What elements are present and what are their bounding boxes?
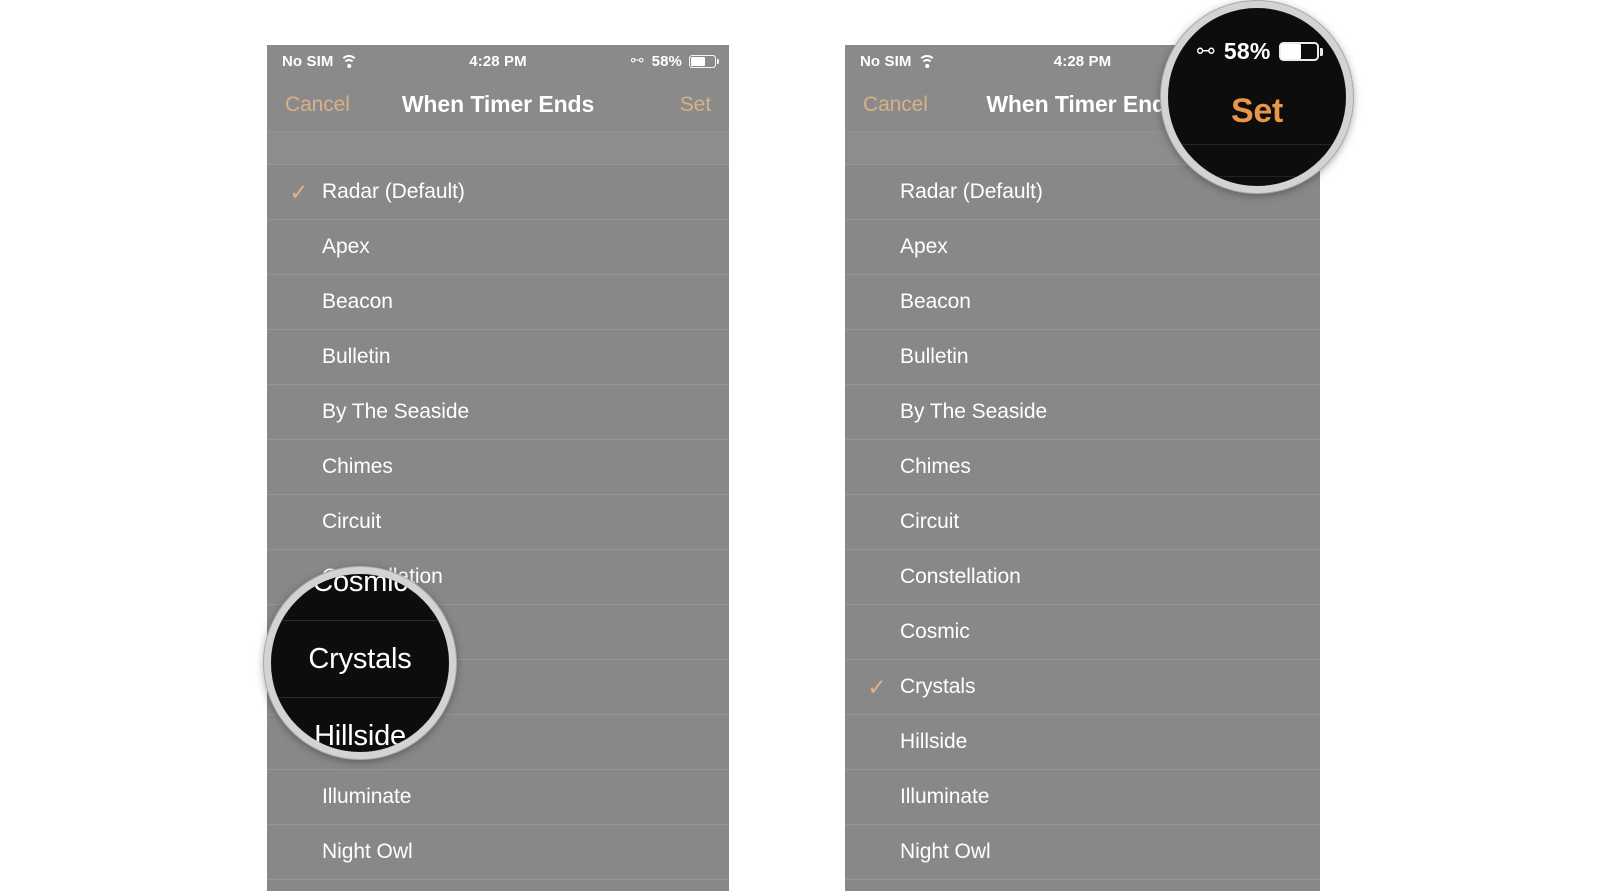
list-item[interactable]: Constellation <box>845 550 1320 605</box>
list-item-label: Apex <box>322 235 370 258</box>
list-item-label: Night Owl <box>322 840 413 863</box>
list-item-label: Circuit <box>900 510 960 533</box>
battery-percent-label: 58% <box>1223 38 1271 64</box>
phone-screenshot-left: No SIM 4:28 PM ꗬ 58% Cancel When Timer E… <box>267 45 729 891</box>
checkmark-icon: ✓ <box>289 178 309 205</box>
list-item[interactable]: Chimes <box>267 440 729 495</box>
list-item-label: Beacon <box>322 290 393 313</box>
list-item-label: Circuit <box>322 510 382 533</box>
list-item-label: Chimes <box>900 455 971 478</box>
list-item-label: Illuminate <box>900 785 990 808</box>
magnified-list-item-label: Hillside <box>314 719 406 752</box>
list-item[interactable]: Night Owl <box>845 825 1320 880</box>
list-item[interactable]: Chimes <box>845 440 1320 495</box>
list-item[interactable]: Bulletin <box>267 330 729 385</box>
checkmark-icon: ✓ <box>867 673 887 700</box>
list-item[interactable]: Opening <box>267 880 729 891</box>
magnifier-set-button: ꗬ 58% Set <box>1161 1 1353 193</box>
magnified-set-button: Set <box>1230 92 1283 130</box>
section-spacer <box>267 132 729 165</box>
list-item-label: Night Owl <box>900 840 991 863</box>
list-item[interactable]: Opening <box>845 880 1320 891</box>
bluetooth-icon: ꗬ <box>1195 38 1216 64</box>
magnifier-content: ꗬ 58% Set <box>1168 8 1346 186</box>
magnified-separator <box>1168 176 1346 177</box>
battery-icon <box>689 55 720 68</box>
list-item[interactable]: Bulletin <box>845 330 1320 385</box>
list-item[interactable]: Illuminate <box>845 770 1320 825</box>
list-item[interactable]: Illuminate <box>267 770 729 825</box>
list-item[interactable]: Cosmic <box>845 605 1320 660</box>
list-item-label: By The Seaside <box>900 400 1048 423</box>
list-item-label: Hillside <box>900 730 968 753</box>
list-item[interactable]: ✓ Radar (Default) <box>267 165 729 220</box>
list-item-label: Bulletin <box>900 345 969 368</box>
tone-list-left: ✓ Radar (Default) Apex Beacon Bulletin B… <box>267 165 729 891</box>
list-item[interactable]: By The Seaside <box>845 385 1320 440</box>
list-item-label: Cosmic <box>900 620 970 643</box>
list-item[interactable]: ✓ Crystals <box>845 660 1320 715</box>
list-item-label: Crystals <box>900 675 976 698</box>
list-item[interactable]: Circuit <box>267 495 729 550</box>
list-item[interactable]: By The Seaside <box>267 385 729 440</box>
list-item-label: Chimes <box>322 455 393 478</box>
magnifier-content: Cosmic Crystals Hillside <box>271 574 449 752</box>
list-item[interactable]: Night Owl <box>267 825 729 880</box>
list-item-label: Radar (Default) <box>322 180 465 203</box>
magnified-rows: Cosmic Crystals Hillside <box>271 574 449 752</box>
list-item[interactable]: Hillside <box>845 715 1320 770</box>
battery-icon <box>1278 42 1324 61</box>
magnified-list-item: Hillside <box>271 698 449 752</box>
list-item[interactable]: Beacon <box>845 275 1320 330</box>
list-item-label: By The Seaside <box>322 400 470 423</box>
navigation-bar-left: Cancel When Timer Ends Set <box>267 78 729 132</box>
status-bar-right-group: ꗬ 58% <box>629 45 720 78</box>
tone-list-right: Radar (Default) Apex Beacon Bulletin By … <box>845 165 1320 891</box>
list-item-label: Constellation <box>900 565 1021 588</box>
list-item-label: Bulletin <box>322 345 391 368</box>
set-button[interactable]: Set <box>680 78 711 131</box>
list-item[interactable]: Apex <box>845 220 1320 275</box>
list-item-label: Illuminate <box>322 785 412 808</box>
list-item-label: Apex <box>900 235 948 258</box>
status-bar-left: No SIM 4:28 PM ꗬ 58% <box>267 45 729 78</box>
magnifier-crystals: Cosmic Crystals Hillside <box>264 567 456 759</box>
list-item-label: Beacon <box>900 290 971 313</box>
magnified-list-item: Cosmic <box>271 574 449 621</box>
magnified-status-bar: ꗬ 58% <box>1168 38 1346 65</box>
list-item[interactable]: Circuit <box>845 495 1320 550</box>
bluetooth-icon: ꗬ <box>629 52 645 70</box>
list-item-label: Radar (Default) <box>900 180 1043 203</box>
page-title: When Timer Ends <box>401 91 595 117</box>
magnified-list-item-label: Crystals <box>308 642 412 675</box>
list-item[interactable]: Beacon <box>267 275 729 330</box>
magnified-list-item: Crystals <box>271 621 449 698</box>
list-item[interactable]: Apex <box>267 220 729 275</box>
battery-percent-label: 58% <box>651 53 682 70</box>
magnified-separator <box>1168 144 1346 145</box>
